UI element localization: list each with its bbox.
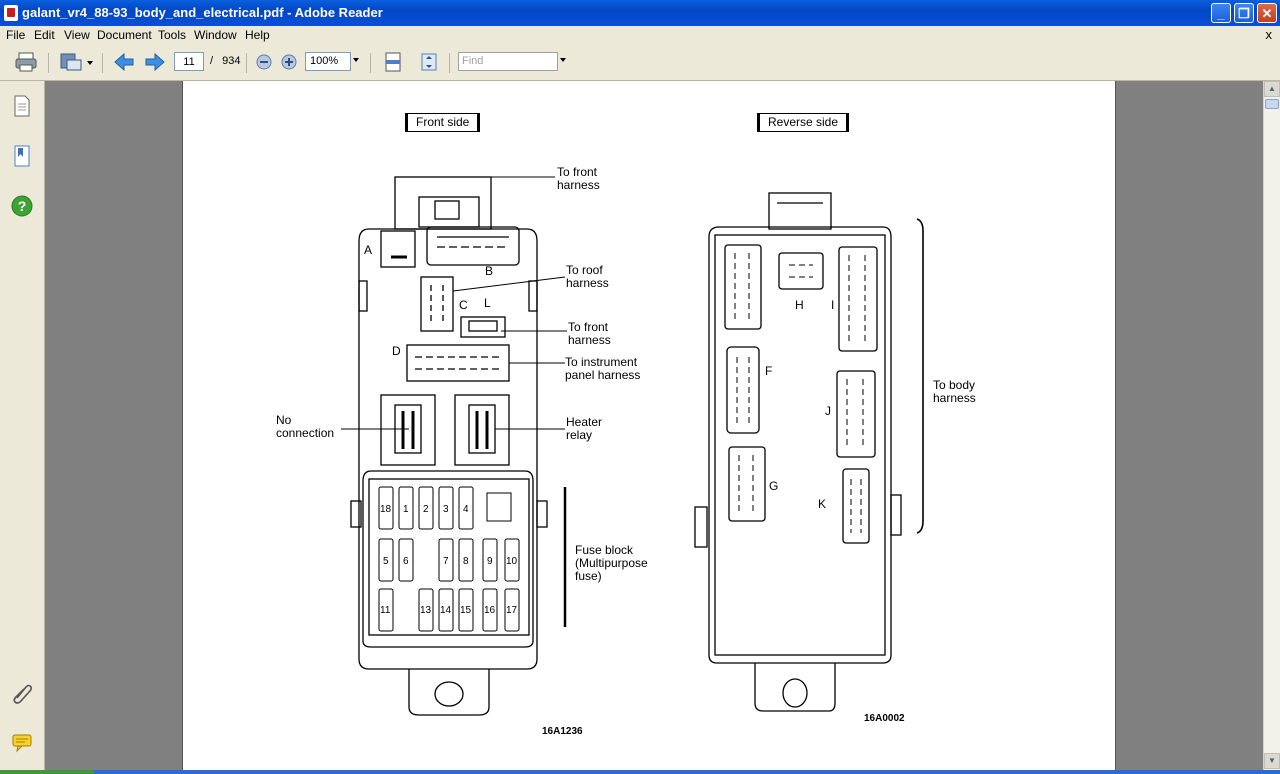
connector-letter-f: F: [765, 364, 773, 378]
connector-letter-g: G: [769, 479, 779, 493]
comments-button[interactable]: [11, 732, 33, 754]
toolbar: 11 / 934 100% Find: [0, 45, 1280, 81]
fit-page-button[interactable]: [381, 51, 405, 73]
window-title: galant_vr4_88-93_body_and_electrical.pdf…: [22, 5, 383, 20]
menu-document[interactable]: Document: [97, 28, 152, 42]
maximize-button[interactable]: ❐: [1234, 3, 1254, 23]
close-document-button[interactable]: x: [1266, 27, 1273, 42]
scroll-thumb[interactable]: [1265, 99, 1279, 109]
zoom-out-button[interactable]: [254, 51, 274, 73]
printer-icon: [15, 52, 37, 72]
pdf-page: Front side Reverse side To front harness…: [182, 81, 1116, 770]
pages-icon: [14, 95, 30, 117]
printer-dropdown-icon: [60, 53, 93, 71]
zoom-out-icon: [256, 54, 272, 70]
bookmarks-icon: [14, 145, 30, 167]
close-button[interactable]: ✕: [1257, 3, 1277, 23]
fit-page-icon: [385, 52, 401, 72]
start-button[interactable]: [0, 770, 94, 774]
figure-code-reverse: 16A0002: [864, 713, 905, 724]
document-viewport[interactable]: Front side Reverse side To front harness…: [45, 81, 1263, 770]
svg-text:?: ?: [18, 198, 27, 214]
menu-bar: File Edit View Document Tools Window Hel…: [0, 26, 1280, 46]
attachments-button[interactable]: [11, 682, 33, 704]
figure-code-front: 16A1236: [542, 726, 583, 737]
find-input[interactable]: Find: [458, 52, 558, 71]
help-icon: ?: [11, 195, 33, 217]
next-page-button[interactable]: [143, 51, 167, 73]
comments-icon: [12, 734, 32, 753]
arrow-left-icon: [114, 52, 134, 72]
connector-letter-i: I: [831, 298, 835, 312]
arrow-right-icon: [145, 52, 165, 72]
minimize-button[interactable]: _: [1211, 3, 1231, 23]
vertical-scrollbar[interactable]: ▲ ▼: [1263, 81, 1280, 770]
page-count: / 934: [210, 55, 240, 67]
menu-file[interactable]: File: [6, 28, 25, 42]
page-separator: /: [210, 55, 214, 67]
page-number-input[interactable]: 11: [174, 52, 204, 71]
connector-letter-h: H: [795, 298, 804, 312]
navigation-pane: ?: [0, 81, 45, 770]
menu-help[interactable]: Help: [245, 28, 270, 42]
fit-window-icon: [421, 53, 437, 71]
scroll-down-button[interactable]: ▼: [1264, 753, 1280, 769]
connector-letter-j: J: [825, 404, 831, 418]
menu-tools[interactable]: Tools: [158, 28, 186, 42]
print-options-button[interactable]: [58, 51, 94, 73]
label-to-body-harness: To body harness: [933, 378, 976, 405]
connector-letter-k: K: [818, 497, 827, 511]
page-total: 934: [222, 55, 241, 67]
adobe-reader-icon: [4, 5, 18, 21]
menu-edit[interactable]: Edit: [34, 28, 55, 42]
zoom-in-button[interactable]: [279, 51, 299, 73]
taskbar-strip: [0, 770, 1280, 774]
help-button[interactable]: ?: [11, 195, 33, 217]
zoom-in-icon: [281, 54, 297, 70]
menu-window[interactable]: Window: [194, 28, 237, 42]
fit-window-button[interactable]: [417, 51, 441, 73]
scroll-up-button[interactable]: ▲: [1264, 81, 1280, 97]
pages-panel-button[interactable]: [11, 95, 33, 117]
print-button[interactable]: [12, 51, 40, 73]
menu-view[interactable]: View: [64, 28, 90, 42]
reverse-side-diagram: [694, 192, 924, 712]
bookmarks-panel-button[interactable]: [11, 145, 33, 167]
zoom-level-input[interactable]: 100%: [305, 52, 351, 71]
previous-page-button[interactable]: [112, 51, 136, 73]
paperclip-icon: [13, 684, 33, 704]
zoom-dropdown-arrow[interactable]: [353, 58, 359, 62]
title-bar: galant_vr4_88-93_body_and_electrical.pdf…: [0, 0, 1280, 26]
find-dropdown-arrow[interactable]: [560, 58, 566, 62]
